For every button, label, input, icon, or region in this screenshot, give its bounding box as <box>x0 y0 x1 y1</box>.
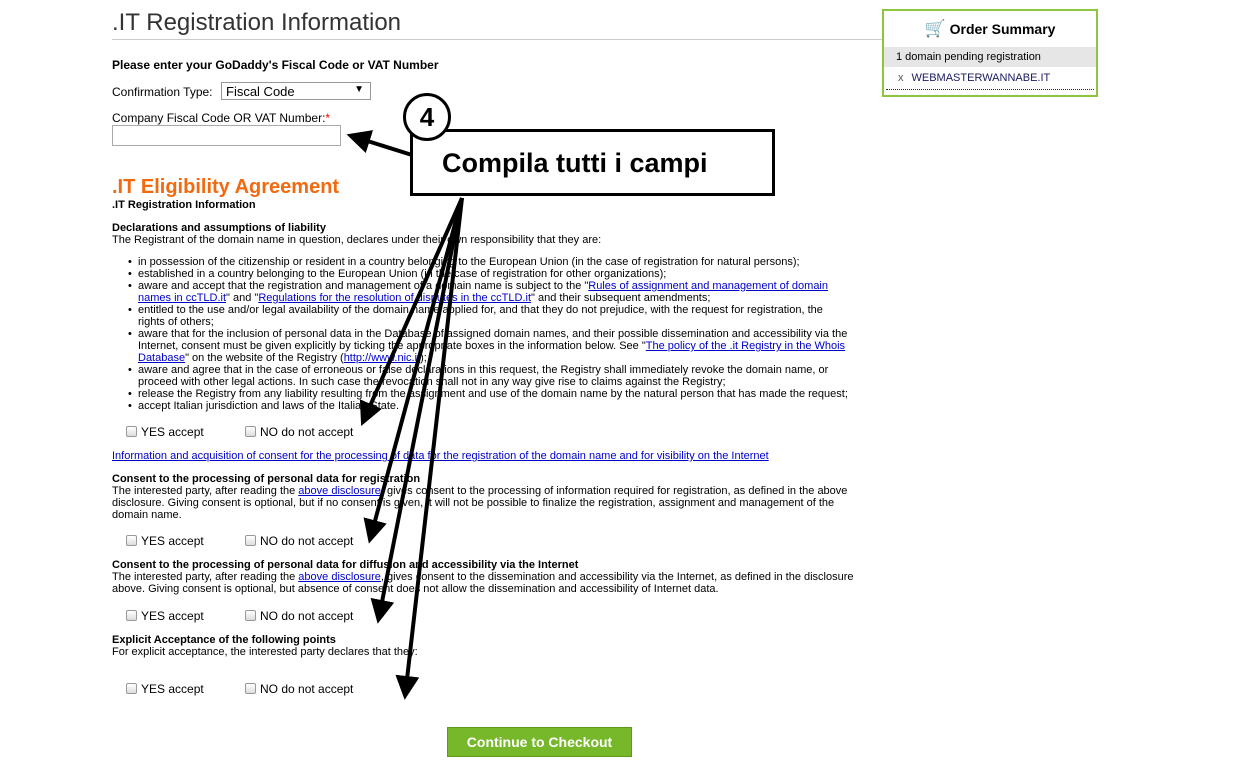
annotation-callout: Compila tutti i campi <box>410 129 775 196</box>
arrow <box>346 130 413 157</box>
arrow <box>363 197 464 544</box>
annotation-arrows <box>346 130 464 700</box>
step-number-badge: 4 <box>403 93 451 141</box>
